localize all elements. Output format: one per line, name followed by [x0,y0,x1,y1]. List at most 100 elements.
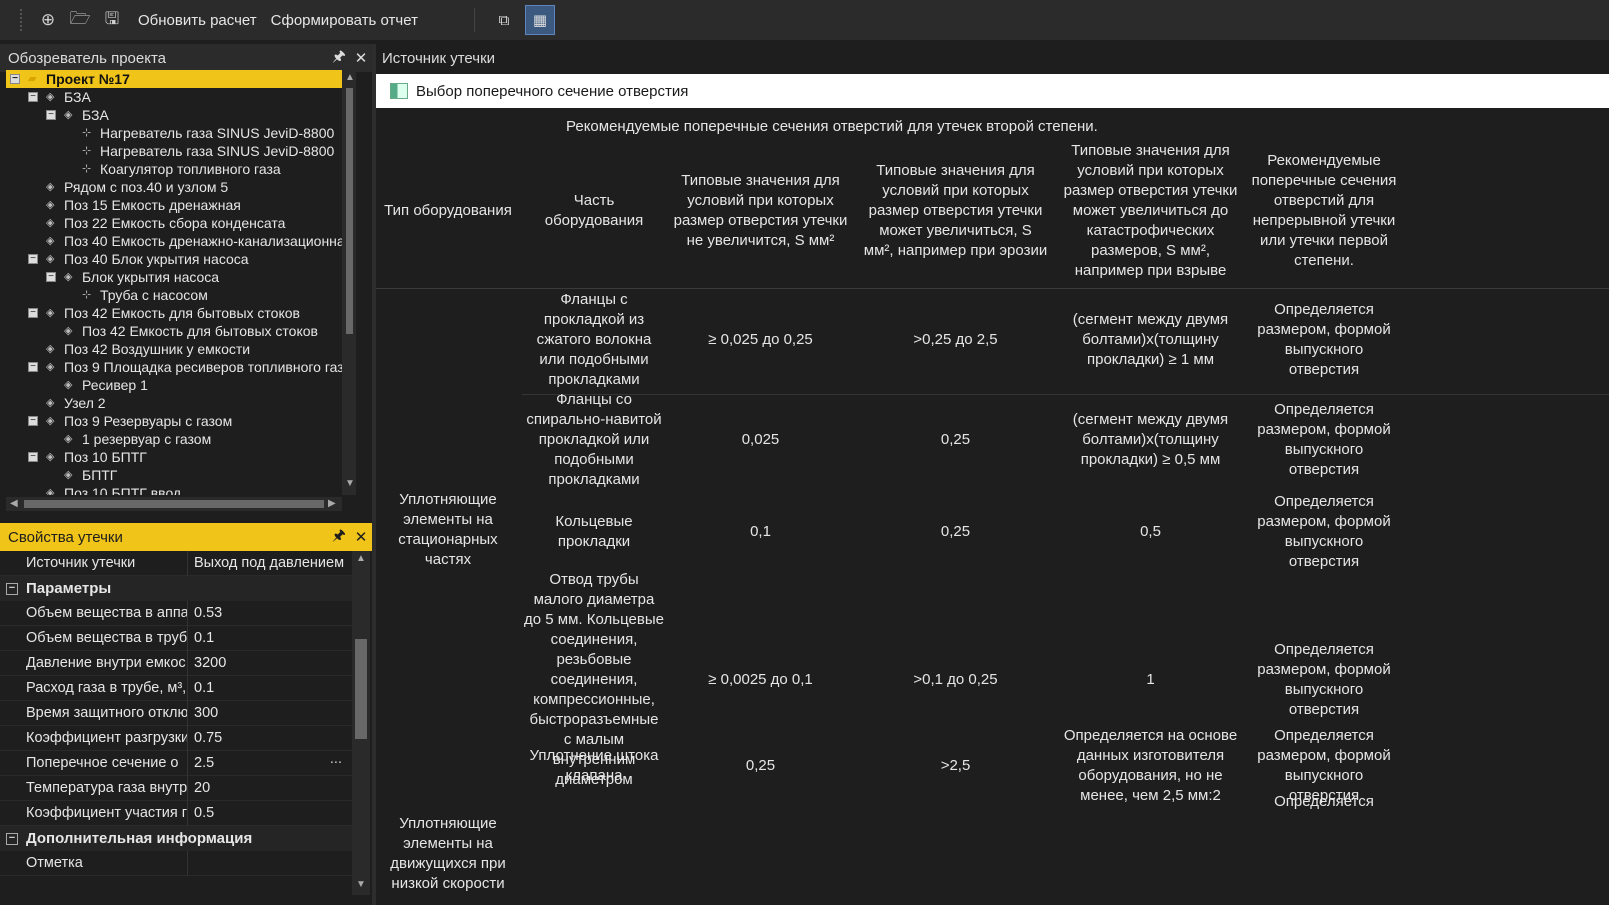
property-row[interactable]: Коэффициент разгрузки 0.75 [0,725,352,751]
tree-item[interactable]: − ◈ Поз 42 Емкость для бытовых стоков [6,304,350,322]
collapse-icon[interactable]: − [10,74,20,84]
collapse-icon[interactable]: − [6,832,18,845]
property-value[interactable]: 3200 [188,655,352,671]
generate-report-button[interactable]: Сформировать отчет [271,12,418,29]
close-icon[interactable]: ✕ [350,528,372,546]
tree-item[interactable]: ◈ Поз 42 Емкость для бытовых стоков [6,322,350,340]
scroll-left-icon[interactable]: ◀ [10,498,18,509]
tree-item[interactable]: − ◈ Поз 9 Площадка ресиверов топливного га… [6,358,350,376]
add-circle-icon[interactable]: ⊕ [34,6,62,34]
collapse-icon[interactable]: − [6,582,18,595]
tree-item[interactable]: ⊹ Нагреватель газа SINUS JeviD-8800 [6,124,350,142]
tree-horizontal-scrollbar[interactable]: ◀ ▶ [6,497,342,511]
collapse-icon[interactable]: − [28,92,38,102]
pin-icon[interactable]: 🖈 [328,525,350,550]
property-row[interactable]: Объем вещества в трубе 0.1 [0,625,352,651]
equipment-part-cell[interactable] [524,782,664,822]
value-cell[interactable]: ≥ 0,025 до 0,25 [668,288,853,392]
collapse-icon[interactable]: − [46,272,56,282]
recommendation-cell[interactable]: Определяется размером, формой выпускного… [1249,288,1399,392]
value-cell[interactable]: 0,025 [668,394,853,486]
properties-vertical-scrollbar[interactable]: ▲ ▼ [352,551,370,895]
property-value[interactable]: 0.75 [188,730,352,746]
value-cell[interactable]: 0,1 [668,484,853,580]
scroll-up-icon[interactable]: ▲ [356,553,366,564]
folder-open-icon[interactable]: 🗁 [66,6,94,34]
equipment-part-cell[interactable]: Фланцы со спирально-навитой прокладкой и… [524,391,664,488]
property-row[interactable]: Расход газа в трубе, м³, 0.1 [0,675,352,701]
tree-item[interactable]: ◈ Рядом с поз.40 и узлом 5 [6,178,350,196]
tree-item[interactable]: ◈ Поз 10 БПТГ ввод [6,484,350,495]
equipment-part-cell[interactable]: Кольцевые прокладки [524,484,664,580]
value-cell[interactable] [1058,782,1243,822]
pin-icon[interactable]: 🖈 [328,46,350,71]
property-row[interactable]: Температура газа внутр 20 [0,775,352,801]
tree-item[interactable]: − ▰ Проект №17 [6,70,350,88]
category-additional-info[interactable]: − Дополнительная информация [0,826,352,851]
tree-item[interactable]: ◈ 1 резервуар с газом [6,430,350,448]
value-cell[interactable]: (сегмент между двумя болтами)х(толщину п… [1058,288,1243,392]
tree-item[interactable]: ⊹ Труба с насосом [6,286,350,304]
value-cell[interactable]: (сегмент между двумя болтами)х(толщину п… [1058,394,1243,486]
close-icon[interactable]: ✕ [350,49,372,67]
tree-item[interactable]: ◈ Ресивер 1 [6,376,350,394]
recommendation-cell[interactable]: Определяется размером, формой выпускного… [1249,394,1399,486]
property-value[interactable]: 0.5 [188,805,352,821]
tree-item[interactable]: ◈ Поз 40 Емкость дренажно-канализационна [6,232,350,250]
save-icon[interactable]: 🖫 [98,6,126,34]
tree-item[interactable]: − ◈ Поз 9 Резервуары с газом [6,412,350,430]
value-cell[interactable] [863,782,1048,822]
collapse-icon[interactable]: − [28,416,38,426]
property-value[interactable]: 300 [188,705,352,721]
property-row[interactable]: Отметка [0,850,352,876]
scroll-down-icon[interactable]: ▼ [345,478,355,489]
ellipsis-button[interactable]: ... [330,751,342,767]
toolbar-grip[interactable] [20,9,24,31]
tree-item[interactable]: ⊹ Нагреватель газа SINUS JeviD-8800 [6,142,350,160]
property-value[interactable]: 20 [188,780,352,796]
value-cell[interactable] [668,782,853,822]
tree-item[interactable]: ◈ Поз 15 Емкость дренажная [6,196,350,214]
collapse-icon[interactable]: − [28,452,38,462]
tree-item[interactable]: ◈ Поз 22 Емкость сбора конденсата [6,214,350,232]
tree-vertical-scrollbar[interactable]: ▲ ▼ [342,70,356,495]
tree-hscroll-thumb[interactable] [24,500,324,508]
recommendation-cell[interactable]: Определяется размером, формой выпускного… [1249,484,1399,580]
tree-scroll-thumb[interactable] [346,88,353,334]
category-parameters[interactable]: − Параметры [0,576,352,601]
property-row[interactable]: Давление внутри емкос 3200 [0,650,352,676]
tree-item[interactable]: ◈ Узел 2 [6,394,350,412]
property-row[interactable]: Объем вещества в аппа 0.53 [0,600,352,626]
property-value[interactable]: Выход под давлением [188,555,352,571]
tree-item[interactable]: − ◈ Поз 40 Блок укрытия насоса [6,250,350,268]
property-value[interactable]: 0.53 [188,605,352,621]
scroll-down-icon[interactable]: ▼ [356,879,366,890]
table-view-toggle-icon[interactable]: ▦ [524,5,555,35]
value-cell[interactable]: 0,5 [1058,484,1243,580]
scroll-right-icon[interactable]: ▶ [328,498,336,509]
collapse-icon[interactable]: − [28,308,38,318]
value-cell[interactable]: >0,25 до 2,5 [863,288,1048,392]
property-row[interactable]: Коэффициент участия г 0.5 [0,800,352,826]
property-row[interactable]: Поперечное сечение о 2.5... [0,750,352,776]
collapse-icon[interactable]: − [28,254,38,264]
collapse-icon[interactable]: − [28,362,38,372]
property-row-source[interactable]: Источник утечки Выход под давлением [0,551,352,576]
tree-item[interactable]: − ◈ БЗА [6,106,350,124]
tree-item[interactable]: − ◈ Поз 10 БПТГ [6,448,350,466]
value-cell[interactable]: 0,25 [863,394,1048,486]
value-cell[interactable]: 0,25 [863,484,1048,580]
collapse-icon[interactable]: − [46,110,56,120]
layout-toggle-icon[interactable]: ⧉ [489,5,519,35]
property-row[interactable]: Время защитного отклю 300 [0,700,352,726]
property-value[interactable]: 0.1 [188,680,352,696]
properties-scroll-thumb[interactable] [355,639,367,739]
equipment-part-cell[interactable]: Фланцы с прокладкой из сжатого волокна и… [524,288,664,392]
property-value[interactable]: 0.1 [188,630,352,646]
tree-item[interactable]: ◈ Поз 42 Воздушник у емкости [6,340,350,358]
tree-item[interactable]: ⊹ Коагулятор топливного газа [6,160,350,178]
property-value[interactable]: 2.5 [188,755,352,771]
document-tab[interactable]: Источник утечки [376,44,1609,72]
tree-item[interactable]: − ◈ Блок укрытия насоса [6,268,350,286]
scroll-up-icon[interactable]: ▲ [345,72,355,83]
